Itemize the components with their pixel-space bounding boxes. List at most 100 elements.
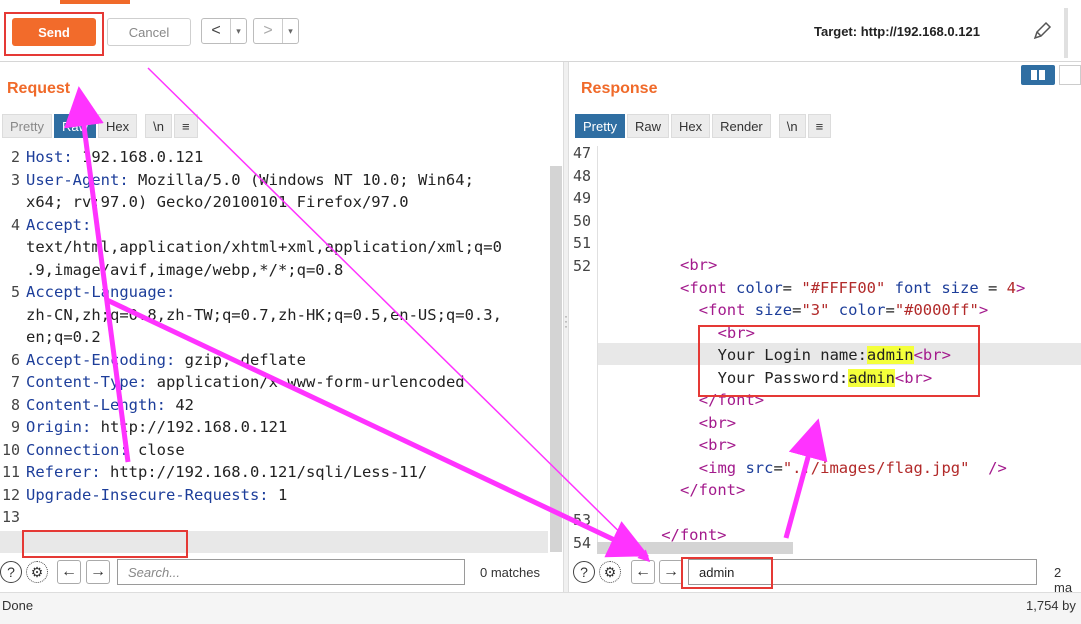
code-line: </font> bbox=[680, 479, 745, 502]
header-value: gzip, deflate bbox=[175, 350, 306, 369]
code-line: 2 Host: 192.168.0.121 bbox=[0, 146, 203, 169]
line-number: 50 bbox=[572, 211, 591, 230]
layout-side-by-side-icon[interactable] bbox=[1021, 65, 1055, 85]
code-line: 3 User-Agent: Mozilla/5.0 (Windows NT 10.… bbox=[0, 169, 474, 192]
line-number: 3 bbox=[10, 170, 20, 189]
header-value: http://192.168.0.121 bbox=[91, 418, 288, 436]
header-value: text/html,application/xhtml+xml,applicat… bbox=[26, 238, 502, 256]
line-number: 4 bbox=[10, 215, 20, 234]
request-title: Request bbox=[7, 80, 71, 97]
response-editor[interactable]: <br> <font color= "#FFFF00" font size = 4… bbox=[605, 254, 1081, 554]
tab-hex[interactable]: Hex bbox=[97, 114, 138, 138]
toolbar-scrollbar[interactable] bbox=[1064, 8, 1068, 58]
menu-icon[interactable]: ≡ bbox=[173, 114, 198, 138]
previous-match-button[interactable]: ← bbox=[57, 560, 81, 584]
next-match-button[interactable]: → bbox=[659, 560, 683, 584]
header-value: x64; rv:97.0) Gecko/20100101 Firefox/97.… bbox=[26, 193, 409, 211]
line-number: 2 bbox=[10, 148, 20, 166]
gear-icon[interactable]: ⚙ bbox=[599, 561, 621, 583]
tab-pretty[interactable]: Pretty bbox=[575, 114, 625, 138]
line-number: 54 bbox=[572, 533, 591, 552]
target-label: Target: http://192.168.0.121 bbox=[814, 24, 980, 39]
code-line: 12 Upgrade-Insecure-Requests: 1 bbox=[0, 484, 287, 507]
code-line: <br> bbox=[699, 434, 736, 457]
code-token: "3" bbox=[801, 301, 830, 319]
tab-pretty[interactable]: Pretty bbox=[2, 114, 52, 138]
code-token: = bbox=[782, 278, 802, 297]
code-line: <img src="../images/flag.jpg" /> bbox=[699, 457, 1007, 480]
annotation-box-send bbox=[4, 12, 104, 56]
code-token: "#0000ff" bbox=[894, 301, 979, 319]
header-name: Connection: bbox=[26, 440, 129, 459]
previous-match-button[interactable]: ← bbox=[631, 560, 655, 584]
next-match-button[interactable]: → bbox=[86, 560, 110, 584]
code-token: = bbox=[978, 278, 1007, 297]
tab-newline-toggle[interactable]: \n bbox=[778, 114, 806, 138]
header-name: Host: bbox=[26, 148, 73, 166]
code-line: text/html,application/xhtml+xml,applicat… bbox=[0, 236, 502, 259]
line-number: 49 bbox=[572, 189, 591, 207]
code-line: 6 Accept-Encoding: gzip, deflate bbox=[0, 349, 306, 372]
tab-render[interactable]: Render bbox=[712, 114, 771, 138]
code-line: <font size="3" color="#0000ff"> bbox=[699, 299, 988, 322]
code-line: <font color= "#FFFF00" font size = 4> bbox=[680, 277, 1025, 300]
help-icon[interactable]: ? bbox=[573, 561, 595, 583]
response-hscrollbar[interactable] bbox=[597, 542, 793, 554]
header-name: Content-Type: bbox=[26, 373, 148, 391]
code-token: </font> bbox=[680, 481, 746, 499]
header-name: User-Agent: bbox=[26, 170, 129, 189]
tab-raw[interactable]: Raw bbox=[53, 114, 96, 138]
code-line: 11 Referer: http://192.168.0.121/sqli/Les… bbox=[0, 461, 427, 484]
code-token: = bbox=[885, 301, 895, 319]
code-line: <br> bbox=[699, 412, 736, 435]
header-value: 1 bbox=[268, 485, 288, 504]
status-bar: Done 1,754 by bbox=[0, 592, 1081, 624]
active-tab-indicator bbox=[60, 0, 130, 4]
code-token: > bbox=[1016, 278, 1026, 297]
line-number: 5 bbox=[10, 283, 20, 301]
forward-history-button[interactable]: > ▾ bbox=[253, 18, 299, 44]
back-history-button[interactable]: < ▾ bbox=[201, 18, 247, 44]
code-token: size bbox=[754, 301, 793, 319]
dropdown-arrow-icon[interactable]: ▾ bbox=[282, 19, 298, 43]
code-line: 7 Content-Type: application/x-www-form-ur… bbox=[0, 371, 465, 394]
tab-raw[interactable]: Raw bbox=[626, 114, 669, 138]
code-line: 13 bbox=[0, 506, 26, 529]
header-value: 192.168.0.121 bbox=[72, 148, 204, 166]
code-line: en;q=0.2 bbox=[0, 326, 101, 349]
code-token: = bbox=[773, 458, 783, 477]
annotation-box-search bbox=[681, 557, 773, 589]
line-number: 9 bbox=[10, 418, 20, 436]
request-search-input[interactable]: Search... bbox=[117, 559, 465, 585]
status-text: Done bbox=[2, 598, 34, 613]
header-value: 42 bbox=[165, 395, 194, 414]
chevron-right-icon: > bbox=[263, 22, 273, 39]
menu-icon[interactable]: ≡ bbox=[807, 114, 832, 138]
code-token: "#FFFF00" bbox=[801, 278, 886, 297]
pencil-icon[interactable] bbox=[1031, 20, 1053, 48]
code-line: <br> bbox=[680, 254, 717, 277]
response-tabs: Pretty Raw Hex Render \n ≡ bbox=[575, 114, 832, 138]
request-scrollbar[interactable] bbox=[550, 166, 562, 552]
tab-newline-toggle[interactable]: \n bbox=[145, 114, 172, 138]
request-editor[interactable]: 2 Host: 192.168.0.121 3 User-Agent: Mozilla… bbox=[0, 146, 550, 556]
response-size: 1,754 by bbox=[1026, 598, 1076, 613]
line-number: 51 bbox=[572, 234, 591, 252]
line-number: 53 bbox=[572, 511, 591, 529]
tab-hex[interactable]: Hex bbox=[670, 114, 711, 138]
code-token: color bbox=[829, 301, 886, 319]
line-number: 48 bbox=[572, 166, 591, 185]
layout-stacked-icon[interactable] bbox=[1059, 65, 1081, 85]
line-number: 7 bbox=[10, 373, 20, 391]
cancel-button[interactable]: Cancel bbox=[107, 18, 191, 46]
help-icon[interactable]: ? bbox=[0, 561, 22, 583]
header-name: Accept: bbox=[26, 215, 92, 234]
code-token: <br> bbox=[698, 436, 737, 454]
header-value: http://192.168.0.121/sqli/Less-11/ bbox=[100, 463, 428, 481]
annotation-box-payload bbox=[22, 530, 188, 558]
code-token: /> bbox=[969, 458, 1007, 477]
dropdown-arrow-icon[interactable]: ▾ bbox=[230, 19, 246, 43]
drag-handle-icon[interactable]: · · · bbox=[564, 310, 568, 332]
code-token: "../images/flag.jpg" bbox=[782, 458, 970, 477]
gear-icon[interactable]: ⚙ bbox=[26, 561, 48, 583]
